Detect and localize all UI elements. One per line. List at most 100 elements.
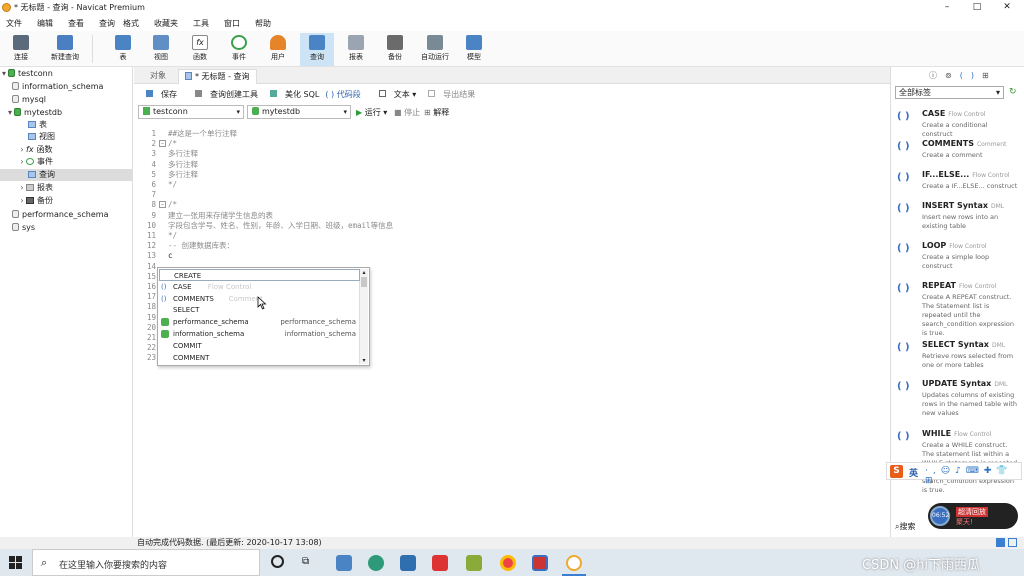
tree-connection-testconn[interactable]: ▾ testconn [0, 68, 133, 80]
event-button[interactable]: 事件 [222, 33, 256, 66]
tag-filter-select[interactable]: 全部标签 ▾ [895, 86, 1004, 99]
tree-item-reports[interactable]: › 报表 [0, 182, 133, 194]
task-view-icon[interactable]: ⧉ [302, 556, 309, 567]
beautify-sql-button[interactable]: 美化 SQL [264, 89, 319, 100]
explain-button[interactable]: ⊞ 解释 [424, 107, 449, 118]
tree-db-information-schema[interactable]: information_schema [0, 81, 133, 93]
snippet-item[interactable]: ( ) UPDATE Syntax DML Updates columns of ex… [895, 379, 1021, 417]
ime-language-toggle[interactable]: 英 [909, 466, 918, 479]
maximize-button[interactable]: □ [962, 0, 992, 15]
taskbar-app-icon[interactable] [336, 555, 352, 571]
collapse-caret-icon[interactable]: › [18, 156, 26, 168]
fold-toggle-icon[interactable]: – [159, 201, 166, 209]
tree-db-sys[interactable]: sys [0, 222, 133, 234]
tree-db-mytestdb[interactable]: ▾ mytestdb [0, 107, 133, 119]
autocomplete-item[interactable]: () CASE Flow Control [159, 281, 360, 293]
snippet-item[interactable]: ( ) COMMENTS Comment Create a comment [895, 139, 1021, 173]
tree-item-functions[interactable]: › fx 函数 [0, 144, 133, 156]
scroll-down-arrow-icon[interactable]: ▾ [360, 357, 368, 364]
taskbar-search-box[interactable]: ⌕ 在这里输入你要搜索的内容 [32, 549, 260, 576]
ime-tool-icons[interactable]: ·,☺♪⌨✚👕⊞ [925, 466, 1021, 486]
expand-caret-icon[interactable]: ▾ [0, 68, 8, 80]
model-button[interactable]: 模型 [457, 33, 491, 66]
layout-a-icon[interactable] [996, 538, 1005, 547]
export-results-button[interactable]: 导出结果 [422, 89, 475, 100]
query-button[interactable]: 查询 [300, 33, 334, 66]
menu-help[interactable]: 帮助 [255, 18, 271, 29]
menu-window[interactable]: 窗口 [224, 18, 240, 29]
menu-format[interactable]: 格式 [123, 18, 139, 29]
taskbar-app-icon[interactable] [532, 555, 548, 571]
live-replay-badge[interactable]: 06:52 超清回放 聚天! [928, 503, 1018, 529]
cortana-icon[interactable] [271, 555, 284, 568]
collapse-caret-icon[interactable]: › [18, 195, 26, 207]
scroll-up-arrow-icon[interactable]: ▴ [360, 269, 368, 277]
grid-icon[interactable]: ⊞ [982, 71, 997, 80]
refresh-icon[interactable]: ↻ [1009, 87, 1017, 97]
autocomplete-item[interactable]: information_schema information_schema [159, 328, 360, 340]
connection-button[interactable]: 连接 [4, 33, 38, 66]
menu-tools[interactable]: 工具 [193, 18, 209, 29]
function-button[interactable]: fx 函数 [183, 33, 217, 66]
taskbar-app-icon[interactable] [466, 555, 482, 571]
menu-favorites[interactable]: 收藏夹 [154, 18, 178, 29]
report-button[interactable]: 报表 [339, 33, 373, 66]
code-snippet-button[interactable]: ( ) 代码段 [325, 89, 360, 100]
stop-button[interactable]: ■ 停止 [394, 107, 420, 118]
text-button[interactable]: 文本 ▾ [373, 89, 416, 100]
layout-b-icon[interactable] [1008, 538, 1017, 547]
snippet-item[interactable]: ( ) IF...ELSE... Flow Control Create a IF..… [895, 170, 1021, 204]
taskbar-app-icon[interactable] [368, 555, 384, 571]
query-builder-button[interactable]: 查询创建工具 [189, 89, 258, 100]
collapse-caret-icon[interactable]: › [18, 144, 26, 156]
tree-db-mysql[interactable]: mysql [0, 94, 133, 106]
fold-toggle-icon[interactable]: – [159, 140, 166, 148]
new-query-button[interactable]: 新建查询 [46, 33, 84, 66]
collapse-caret-icon[interactable]: › [18, 182, 26, 194]
tab-untitled-query[interactable]: * 无标题 - 查询 [178, 69, 257, 84]
database-select[interactable]: mytestdb ▾ [247, 105, 351, 119]
autocomplete-item[interactable]: COMMENT [159, 352, 360, 364]
autocomplete-scrollbar[interactable]: ▴ ▾ [359, 269, 368, 364]
tab-objects[interactable]: 对象 [144, 69, 172, 84]
view-button[interactable]: 视图 [144, 33, 178, 66]
taskbar-app-icon[interactable] [432, 555, 448, 571]
tree-item-tables[interactable]: 表 [0, 119, 133, 131]
menu-edit[interactable]: 编辑 [37, 18, 53, 29]
object-icon[interactable]: ⊚ [945, 71, 960, 80]
windows-start-icon[interactable] [9, 556, 22, 569]
autocomplete-item[interactable]: performance_schema performance_schema [159, 316, 360, 328]
run-button[interactable]: ▶ 运行 ▾ [356, 107, 387, 118]
autocomplete-item[interactable]: COMMIT [159, 340, 360, 352]
close-button[interactable]: ✕ [992, 0, 1022, 15]
tree-item-events[interactable]: › 事件 [0, 156, 133, 168]
menu-file[interactable]: 文件 [6, 18, 22, 29]
menu-query[interactable]: 查询 [99, 18, 115, 29]
snippet-item[interactable]: ( ) SELECT Syntax DML Retrieve rows selecte… [895, 340, 1021, 374]
snippet-item[interactable]: ( ) REPEAT Flow Control Create A REPEAT con… [895, 281, 1021, 337]
expand-caret-icon[interactable]: ▾ [6, 107, 14, 119]
snippet-search[interactable]: ⌕搜索 [895, 521, 915, 532]
tree-db-performance-schema[interactable]: performance_schema [0, 209, 133, 221]
autocomplete-input[interactable]: CREATE [159, 269, 360, 281]
menu-view[interactable]: 查看 [68, 18, 84, 29]
automation-button[interactable]: 自动运行 [416, 33, 454, 66]
save-button[interactable]: 保存 [140, 89, 177, 100]
scroll-thumb[interactable] [361, 277, 367, 287]
snippet-item[interactable]: ( ) INSERT Syntax DML Insert new rows into … [895, 201, 1021, 235]
table-button[interactable]: 表 [106, 33, 140, 66]
snippet-item[interactable]: ( ) CASE Flow Control Create a conditional … [895, 109, 1021, 143]
info-icon[interactable]: ⓘ [929, 71, 945, 80]
layout-toggle-icons[interactable] [996, 538, 1020, 548]
snippet-item[interactable]: ( ) WHILE Flow Control Create a WHILE const… [895, 429, 1021, 494]
minimize-button[interactable]: – [932, 0, 962, 15]
taskbar-app-icon[interactable] [400, 555, 416, 571]
connection-select[interactable]: testconn ▾ [138, 105, 244, 119]
tree-item-views[interactable]: 视图 [0, 131, 133, 143]
tree-item-backups[interactable]: › 备份 [0, 195, 133, 207]
snippet-item[interactable]: ( ) LOOP Flow Control Create a simple loop … [895, 241, 1021, 275]
snippet-icon[interactable]: () [960, 71, 982, 80]
user-button[interactable]: 用户 [261, 33, 295, 66]
tree-item-queries[interactable]: 查询 [0, 169, 133, 181]
chrome-icon[interactable] [500, 555, 516, 571]
